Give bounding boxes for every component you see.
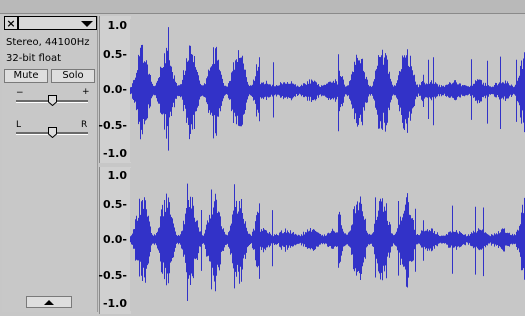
channel-divider bbox=[99, 163, 525, 167]
track-control-panel: × Stereo, 44100Hz 32-bit float Mute Solo… bbox=[2, 16, 98, 312]
sample-format-info: 32-bit float bbox=[6, 53, 62, 64]
ruler-tick-label: -1.0 bbox=[102, 147, 127, 160]
pan-slider-thumb[interactable] bbox=[47, 127, 57, 138]
collapse-track-button[interactable] bbox=[26, 296, 72, 308]
ruler-tick-label: -1.0 bbox=[102, 297, 127, 310]
track-menu-button[interactable] bbox=[17, 16, 97, 30]
previous-track-edge bbox=[0, 0, 525, 14]
mute-button[interactable]: Mute bbox=[4, 69, 48, 83]
ruler-tick-label: 1.0 bbox=[107, 19, 128, 32]
triangle-up-icon bbox=[44, 300, 54, 305]
pan-right-label: R bbox=[81, 120, 88, 130]
left-channel-ruler: 1.0 0.5- 0.0- -0.5- -1.0 bbox=[98, 16, 131, 163]
ruler-tick-label: 0.5- bbox=[102, 48, 127, 61]
right-channel-waveform[interactable] bbox=[130, 168, 525, 311]
waveform-svg bbox=[130, 168, 525, 311]
audacity-track-view: × Stereo, 44100Hz 32-bit float Mute Solo… bbox=[0, 0, 525, 316]
ruler-tick-label: 0.0- bbox=[102, 83, 127, 96]
waveform-svg bbox=[130, 19, 525, 162]
ruler-tick-label: -0.5- bbox=[98, 269, 127, 282]
close-track-button[interactable]: × bbox=[4, 16, 18, 30]
ruler-tick-label: 0.5- bbox=[102, 198, 127, 211]
gain-min-label: − bbox=[16, 88, 24, 98]
gain-slider-thumb[interactable] bbox=[47, 95, 57, 106]
gain-max-label: + bbox=[82, 87, 90, 97]
sample-rate-info: Stereo, 44100Hz bbox=[6, 37, 90, 48]
track-title-bar: × bbox=[2, 16, 97, 32]
ruler-tick-label: 1.0 bbox=[107, 169, 128, 182]
chevron-down-icon bbox=[81, 21, 93, 27]
right-channel-ruler: 1.0 0.5- 0.0- -0.5- -1.0 bbox=[98, 167, 131, 314]
ruler-tick-label: -0.5- bbox=[98, 119, 127, 132]
pan-left-label: L bbox=[16, 120, 22, 130]
ruler-tick-label: 0.0- bbox=[102, 233, 127, 246]
solo-button[interactable]: Solo bbox=[51, 69, 95, 83]
left-channel-waveform[interactable] bbox=[130, 19, 525, 162]
